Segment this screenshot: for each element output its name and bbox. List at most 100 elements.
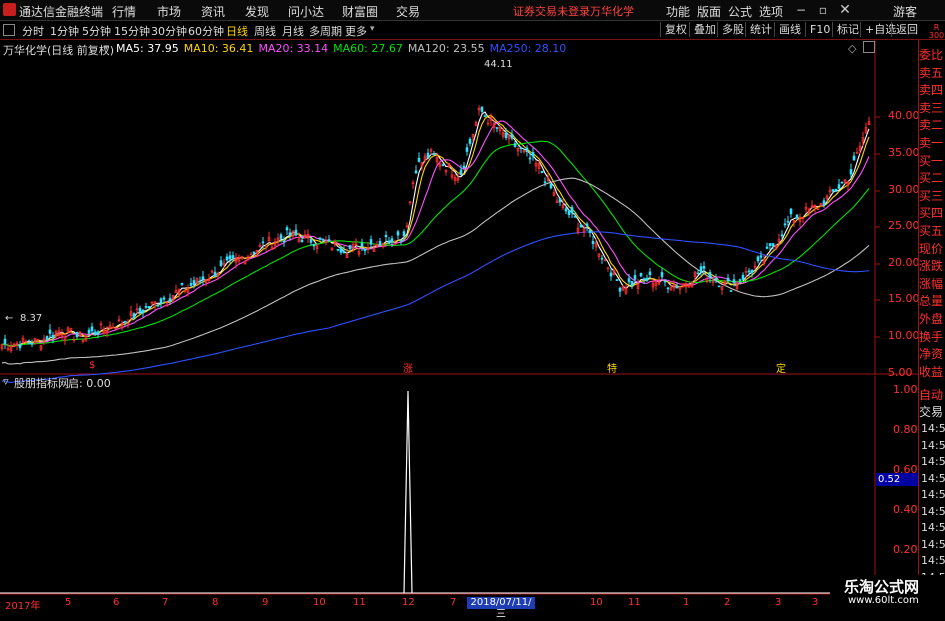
candle-body (279, 234, 283, 239)
menu-trade[interactable]: 交易 (396, 3, 420, 20)
stats-button[interactable]: 统计 (745, 22, 776, 37)
candle-body (627, 278, 631, 283)
trade-label[interactable]: 交易 (919, 403, 943, 420)
tab-multi-period[interactable]: 多周期 (309, 23, 342, 39)
menu-news[interactable]: 资讯 (201, 3, 225, 20)
candle-body (765, 246, 769, 249)
date-tick-label: 11 (353, 597, 366, 608)
adjust-button[interactable]: 复权 (660, 22, 691, 37)
candle-body (189, 283, 193, 286)
quote-label: 买二 (919, 171, 944, 186)
f10-button[interactable]: F10 (805, 22, 834, 37)
tab-30min[interactable]: 30分钟 (151, 23, 187, 39)
indicator-spike (403, 390, 413, 594)
diamond-icon[interactable]: ◇ (848, 42, 856, 55)
candle-body (708, 271, 712, 278)
mark-button[interactable]: 标记 (832, 22, 863, 37)
tab-5min[interactable]: 5分钟 (82, 23, 111, 39)
event-mark-rise[interactable]: 涨 (403, 360, 413, 375)
tab-daily[interactable]: 日线 (226, 23, 248, 39)
candle-body (27, 342, 31, 345)
tick-time: 14:56 (921, 488, 945, 501)
user-guest[interactable]: 游客 (893, 3, 917, 20)
date-tick-label: 3 (775, 597, 782, 608)
candle-body (741, 274, 745, 280)
ma-label-2: MA20: 33.14 (258, 42, 329, 55)
candle-body (585, 223, 589, 227)
candle-body (696, 272, 700, 275)
kline-chart[interactable] (0, 40, 918, 609)
candle-body (495, 127, 499, 129)
candle-body (747, 270, 751, 273)
indicator-tick-label: 0.40 (893, 503, 918, 516)
restore-icon[interactable]: ▫ (815, 2, 831, 18)
menu-formula[interactable]: 公式 (728, 3, 752, 20)
candle-body (309, 239, 313, 243)
overlay-button[interactable]: 叠加 (689, 22, 720, 37)
menu-ask[interactable]: 问小达 (288, 3, 324, 20)
menu-quotes[interactable]: 行情 (112, 3, 136, 20)
menu-options[interactable]: 选项 (759, 3, 783, 20)
candle-body (549, 183, 553, 189)
tab-1min[interactable]: 1分钟 (50, 23, 79, 39)
candle-body (18, 344, 22, 349)
app-title: 通达信金融终端 (19, 5, 104, 19)
login-warning[interactable]: 证券交易未登录 (513, 3, 590, 19)
candle-body (294, 229, 298, 236)
event-mark-special[interactable]: 特 (607, 360, 617, 375)
candle-body (45, 336, 49, 341)
minimize-icon[interactable]: − (793, 2, 809, 18)
event-mark-dollar[interactable]: $ (89, 360, 95, 371)
candle-body (321, 238, 325, 241)
candle-body (168, 298, 172, 302)
tab-monthly[interactable]: 月线 (282, 23, 304, 39)
menu-market[interactable]: 市场 (157, 3, 181, 20)
menu-functions[interactable]: 功能 (666, 3, 690, 20)
auto-label[interactable]: 自动 (919, 386, 943, 403)
tab-intraday[interactable]: 分时 (22, 23, 44, 39)
more-dropdown-icon[interactable]: ▾ (370, 24, 375, 34)
indicator-collapse-icon[interactable]: ▿ (3, 375, 9, 388)
back-button[interactable]: 返回 (891, 22, 922, 37)
watermark-url: www.60lt.com (848, 595, 919, 606)
panel-toggle-icon[interactable] (3, 24, 15, 36)
menu-layout[interactable]: 版面 (697, 3, 721, 20)
candle-body (417, 157, 421, 162)
candle-body (660, 272, 664, 278)
quote-label: 委比 (919, 48, 944, 62)
candle-body (225, 256, 229, 261)
quote-label: 买四 (919, 206, 944, 221)
candle-body (156, 304, 160, 307)
multi-stock-button[interactable]: 多股 (717, 22, 748, 37)
watermark: 乐淘公式网 www.60lt.com (830, 575, 945, 609)
candles (0, 105, 871, 353)
draw-button[interactable]: 画线 (774, 22, 805, 37)
candle-body (339, 247, 343, 253)
close-icon[interactable]: ✕ (837, 2, 853, 18)
candle-body (759, 255, 763, 258)
menu-discover[interactable]: 发现 (245, 3, 269, 20)
candle-body (564, 208, 568, 212)
candle-body (756, 256, 760, 262)
candle-body (483, 115, 487, 118)
event-mark-fixed[interactable]: 定 (776, 360, 786, 375)
chart-settings-icon[interactable]: ▾ (104, 43, 109, 53)
candle-body (192, 280, 196, 285)
tick-time: 14:56 (921, 471, 945, 485)
candle-body (780, 234, 784, 237)
candle-body (348, 245, 352, 250)
menu-wealth[interactable]: 财富圈 (342, 3, 378, 20)
chart-maximize-icon[interactable] (863, 41, 875, 53)
candle-body (159, 298, 163, 304)
tab-60min[interactable]: 60分钟 (188, 23, 224, 39)
date-tick-label: 12 (402, 597, 415, 608)
tick-time: 14:56 (921, 504, 945, 518)
low-price-label: 8.37 (20, 313, 43, 324)
tab-15min[interactable]: 15分钟 (114, 23, 150, 39)
date-cursor-label: 2018/07/11/三 (467, 597, 535, 620)
tab-weekly[interactable]: 周线 (254, 23, 276, 39)
candle-body (540, 170, 544, 174)
candle-body (570, 207, 574, 213)
tab-more[interactable]: 更多 (345, 23, 367, 39)
candle-body (834, 188, 838, 192)
